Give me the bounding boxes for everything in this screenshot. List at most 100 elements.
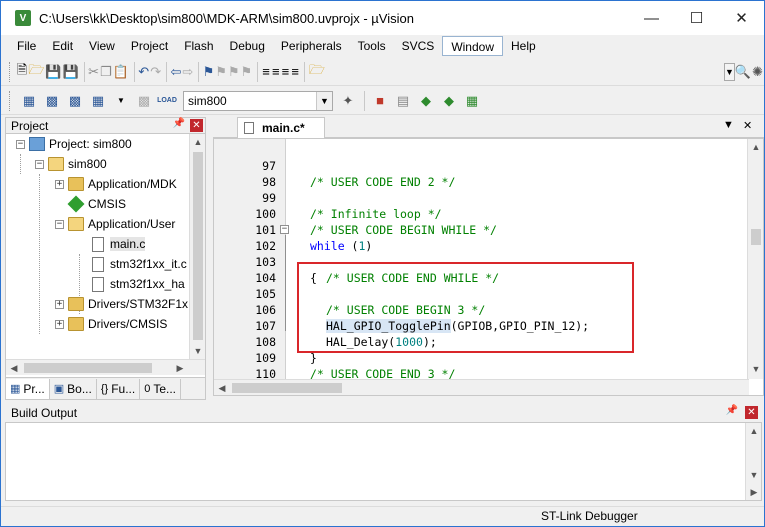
tree-item-file[interactable]: stm32f1xx_ha [90,274,185,294]
minimize-icon[interactable]: — [629,1,674,35]
tree-item-group[interactable]: + Drivers/CMSIS [55,314,167,334]
scroll-down-icon[interactable]: ▼ [746,467,762,483]
redo-icon[interactable]: ↷ [150,61,161,83]
scrollbar-thumb[interactable] [24,363,152,373]
rebuild-icon[interactable]: ▩ [64,90,86,112]
tree-item-target[interactable]: − sim800 [35,154,107,174]
find-dropdown-icon[interactable]: ▼ [723,62,735,81]
undo-icon[interactable]: ↶ [138,61,149,83]
new-file-icon[interactable]: 🗎 [17,61,27,83]
unindent-icon[interactable]: ≡ [271,61,280,83]
code-line[interactable]: 108 } [214,318,749,365]
code-line[interactable]: 104 [214,254,749,285]
tree-item-group[interactable]: + Drivers/STM32F1x [55,294,188,314]
tab-books[interactable]: ▣ Bo... [50,378,97,399]
scrollbar-thumb[interactable] [193,152,203,340]
menu-project[interactable]: Project [123,36,176,56]
batch-build-icon[interactable]: ▦ [87,90,109,112]
tab-project[interactable]: ▦ Pr... [6,378,50,399]
menu-window[interactable]: Window [442,36,503,56]
load-icon[interactable]: LOAD [156,90,178,112]
paste-icon[interactable]: 📋 [113,61,129,83]
run-time-environment-icon[interactable]: ▦ [461,90,483,112]
scroll-right-icon[interactable]: ▶ [172,360,188,376]
scroll-up-icon[interactable]: ▲ [748,139,763,155]
target-options-icon[interactable]: ✦ [337,90,359,112]
close-icon[interactable]: ✕ [719,1,764,35]
editor-horizontal-scrollbar[interactable]: ◀ [214,379,749,395]
expand-icon[interactable]: + [55,179,64,189]
tree-item-group[interactable]: + Application/MDK [55,174,177,194]
code-line[interactable]: 105 /* USER CODE BEGIN 3 */ [214,270,749,317]
scroll-up-icon[interactable]: ▲ [746,423,762,439]
toolbar-grip[interactable] [9,90,12,111]
code-line[interactable]: 100 /* USER CODE BEGIN WHILE */ [214,190,749,237]
menu-peripherals[interactable]: Peripherals [273,36,350,56]
code-line[interactable]: 101 while (1) [214,206,749,253]
fold-collapse-icon[interactable]: − [280,225,289,234]
expand-icon[interactable]: + [55,319,64,329]
scroll-down-icon[interactable]: ▼ [190,343,205,359]
comment-icon[interactable]: ≡ [281,61,290,83]
nav-forward-icon[interactable]: ⇨ [182,61,193,83]
next-bookmark-icon[interactable]: ⚑ [228,61,240,83]
menu-view[interactable]: View [81,36,123,56]
save-all-icon[interactable]: 💾 [63,61,79,83]
close-icon[interactable]: ✕ [743,119,752,132]
menu-svcs[interactable]: SVCS [394,36,443,56]
chevron-down-icon[interactable]: ▼ [316,91,332,110]
scroll-left-icon[interactable]: ◀ [6,360,22,376]
build-output-pane[interactable]: ▲ ▼ ▶ [5,422,762,501]
tab-functions[interactable]: {} Fu... [97,378,141,399]
pin-icon[interactable]: 📌 [726,405,738,416]
code-line[interactable]: 109 /* USER CODE END 3 */ [214,334,749,381]
manage-components-icon[interactable]: ■ [369,90,391,112]
code-line[interactable]: 103 /* USER CODE END WHILE */ [214,238,749,285]
menu-help[interactable]: Help [503,36,544,56]
code-editor[interactable]: 97 /* USER CODE END 2 */ 98 99 /* Infini… [213,138,764,396]
menu-file[interactable]: File [9,36,44,56]
find-icon[interactable]: 🔍 [735,61,751,83]
code-line[interactable]: 106 HAL_GPIO_TogglePin(GPIOB,GPIO_PIN_12… [214,286,749,333]
bookmark-icon[interactable]: ⚑ [203,61,215,83]
code-line[interactable]: 107 HAL_Delay(1000); [214,302,749,349]
collapse-icon[interactable]: − [16,139,25,149]
uncomment-icon[interactable]: ≡ [291,61,300,83]
tab-main-c[interactable]: main.c* [237,117,325,138]
scrollbar-thumb[interactable] [751,229,761,245]
tree-item-project[interactable]: − Project: sim800 [16,134,132,154]
code-line[interactable]: 97 /* USER CODE END 2 */ [214,142,749,189]
pin-icon[interactable]: 📌 [173,118,185,129]
menu-debug[interactable]: Debug [222,36,273,56]
indent-icon[interactable]: ≡ [262,61,271,83]
maximize-icon[interactable]: ☐ [674,1,719,35]
toolbar-grip[interactable] [9,61,11,82]
menu-flash[interactable]: Flash [176,36,221,56]
code-line[interactable]: 102 − { [214,222,749,286]
find-in-files-icon[interactable]: 🗁 [309,61,325,83]
scroll-up-icon[interactable]: ▲ [190,134,205,150]
tree-item-file[interactable]: main.c [90,234,146,254]
code-line[interactable]: 98 [214,158,749,189]
code-line[interactable]: 110 } [214,350,749,395]
prev-bookmark-icon[interactable]: ⚑ [215,61,227,83]
clear-bookmarks-icon[interactable]: ⚑ [241,61,253,83]
tree-horizontal-scrollbar[interactable]: ◀ ▶ [6,359,205,375]
scrollbar-thumb[interactable] [232,383,342,393]
tab-templates[interactable]: 0 Te... [140,378,182,399]
scroll-right-icon[interactable]: ▶ [746,484,762,500]
tree-vertical-scrollbar[interactable]: ▲ ▼ [189,134,205,359]
tree-item-group[interactable]: − Application/User [55,214,175,234]
collapse-icon[interactable]: − [35,159,44,169]
copy-icon[interactable]: ❐ [100,61,112,83]
tree-item-file[interactable]: stm32f1xx_it.c [90,254,187,274]
translate-icon[interactable]: ▦ [18,90,40,112]
scroll-down-icon[interactable]: ▼ [748,361,763,377]
menu-edit[interactable]: Edit [44,36,81,56]
build-output-scrollbar[interactable]: ▲ ▼ ▶ [745,423,761,500]
save-icon[interactable]: 💾 [45,61,61,83]
code-line[interactable]: 99 /* Infinite loop */ [214,174,749,221]
open-folder-icon[interactable]: 🗁 [28,61,44,83]
manage-project-items-icon[interactable]: ▤ [392,90,414,112]
tab-list-dropdown-icon[interactable]: ▼ [723,119,734,131]
